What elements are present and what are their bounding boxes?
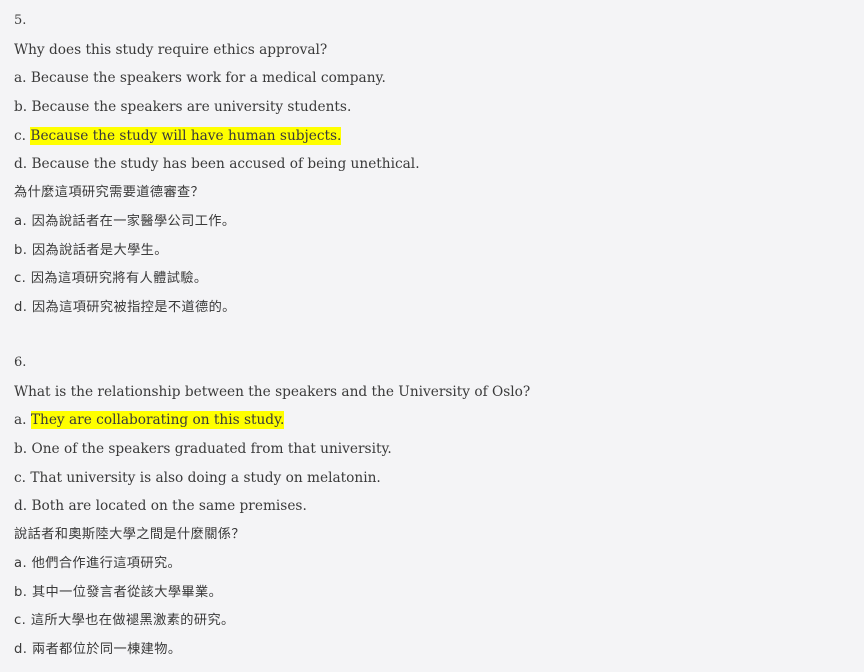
option-prefix: c.	[14, 127, 27, 144]
highlighted-answer: Because the study will have human subjec…	[30, 126, 342, 145]
option-prefix: a.	[14, 412, 27, 429]
option-text: One of the speakers graduated from that …	[31, 441, 392, 458]
question-number: 5.	[14, 13, 27, 28]
option-b-en: b. One of the speakers graduated from th…	[14, 435, 864, 464]
option-prefix: a.	[14, 70, 27, 87]
option-text: Because the study has been accused of be…	[31, 156, 420, 173]
option-c-en: c. That university is also doing a study…	[14, 464, 864, 493]
option-a-en: a. They are collaborating on this study.	[14, 406, 864, 435]
option-d-zh: d. 兩者都位於同一棟建物。	[14, 641, 182, 657]
option-prefix: c.	[14, 469, 27, 486]
question-text-zh: 為什麼這項研究需要道德審查？	[14, 185, 205, 201]
option-d-en: d. Both are located on the same premises…	[14, 492, 864, 521]
highlighted-answer: They are collaborating on this study.	[30, 411, 285, 430]
option-b-zh: b. 因為說話者是大學生。	[14, 242, 168, 258]
option-a-zh: a. 他們合作進行這項研究。	[14, 555, 182, 571]
option-c-zh: c. 因為這項研究將有人體試驗。	[14, 271, 208, 287]
question-text-zh: 說話者和奧斯陸大學之間是什麼關係？	[14, 527, 245, 543]
option-c-en: c. Because the study will have human sub…	[14, 122, 864, 151]
option-text: Because the speakers work for a medical …	[30, 70, 386, 87]
option-a-zh: a. 因為說話者在一家醫學公司工作。	[14, 213, 236, 229]
option-prefix: b.	[14, 441, 28, 458]
option-d-zh: d. 因為這項研究被指控是不道德的。	[14, 299, 236, 315]
quiz-page: 5. Why does this study require ethics ap…	[0, 0, 864, 672]
question-text-en: Why does this study require ethics appro…	[14, 41, 328, 58]
option-b-en: b. Because the speakers are university s…	[14, 93, 864, 122]
option-text: Because the speakers are university stud…	[31, 99, 352, 116]
option-prefix: b.	[14, 99, 28, 116]
question-number: 6.	[14, 355, 27, 370]
option-c-zh: c. 這所大學也在做褪黑激素的研究。	[14, 613, 235, 629]
option-a-en: a. Because the speakers work for a medic…	[14, 64, 864, 93]
question-block-6: 6. What is the relationship between the …	[14, 349, 864, 665]
option-text: That university is also doing a study on…	[30, 469, 381, 486]
question-block-5: 5. Why does this study require ethics ap…	[14, 7, 864, 323]
option-b-zh: b. 其中一位發言者從該大學畢業。	[14, 584, 223, 600]
question-text-en: What is the relationship between the spe…	[14, 383, 531, 400]
option-prefix: d.	[14, 156, 28, 173]
option-text: Both are located on the same premises.	[31, 498, 307, 515]
option-prefix: d.	[14, 498, 28, 515]
option-d-en: d. Because the study has been accused of…	[14, 150, 864, 179]
